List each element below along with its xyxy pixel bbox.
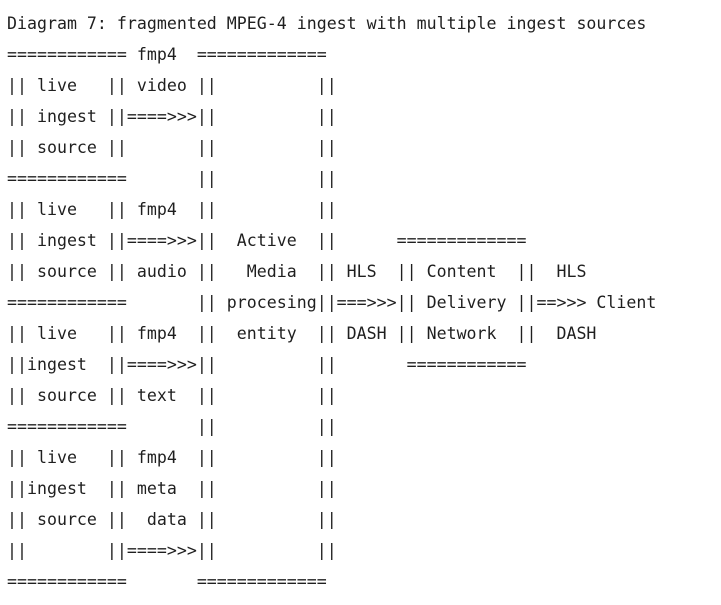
diagram-line: || live || fmp4 || || — [7, 200, 337, 219]
diagram-line: ||ingest ||====>>>|| || ============ — [7, 355, 527, 374]
diagram-line: ============ fmp4 ============= — [7, 45, 327, 64]
ascii-diagram: Diagram 7: fragmented MPEG-4 ingest with… — [7, 13, 717, 602]
diagram-line: || source || audio || Media || HLS || Co… — [7, 262, 587, 281]
diagram-line: || ingest ||====>>>|| Active || ========… — [7, 231, 527, 250]
diagram-line: ||ingest || meta || || — [7, 479, 337, 498]
diagram-line: || source || data || || — [7, 510, 337, 529]
diagram-line: ============ || procesing||===>>>|| Deli… — [7, 293, 657, 312]
diagram-line: ============ ============= — [7, 572, 327, 591]
diagram-line: || live || video || || — [7, 76, 337, 95]
diagram-line: ============ || || — [7, 169, 337, 188]
diagram-line: || live || fmp4 || || — [7, 448, 337, 467]
diagram-line: || live || fmp4 || entity || DASH || Net… — [7, 324, 597, 343]
diagram-line: || source || text || || — [7, 386, 337, 405]
diagram-line: || ||====>>>|| || — [7, 541, 337, 560]
diagram-line: ============ || || — [7, 417, 337, 436]
diagram-title: Diagram 7: fragmented MPEG-4 ingest with… — [7, 14, 647, 33]
diagram-line: || ingest ||====>>>|| || — [7, 107, 337, 126]
diagram-line: || source || || || — [7, 138, 337, 157]
